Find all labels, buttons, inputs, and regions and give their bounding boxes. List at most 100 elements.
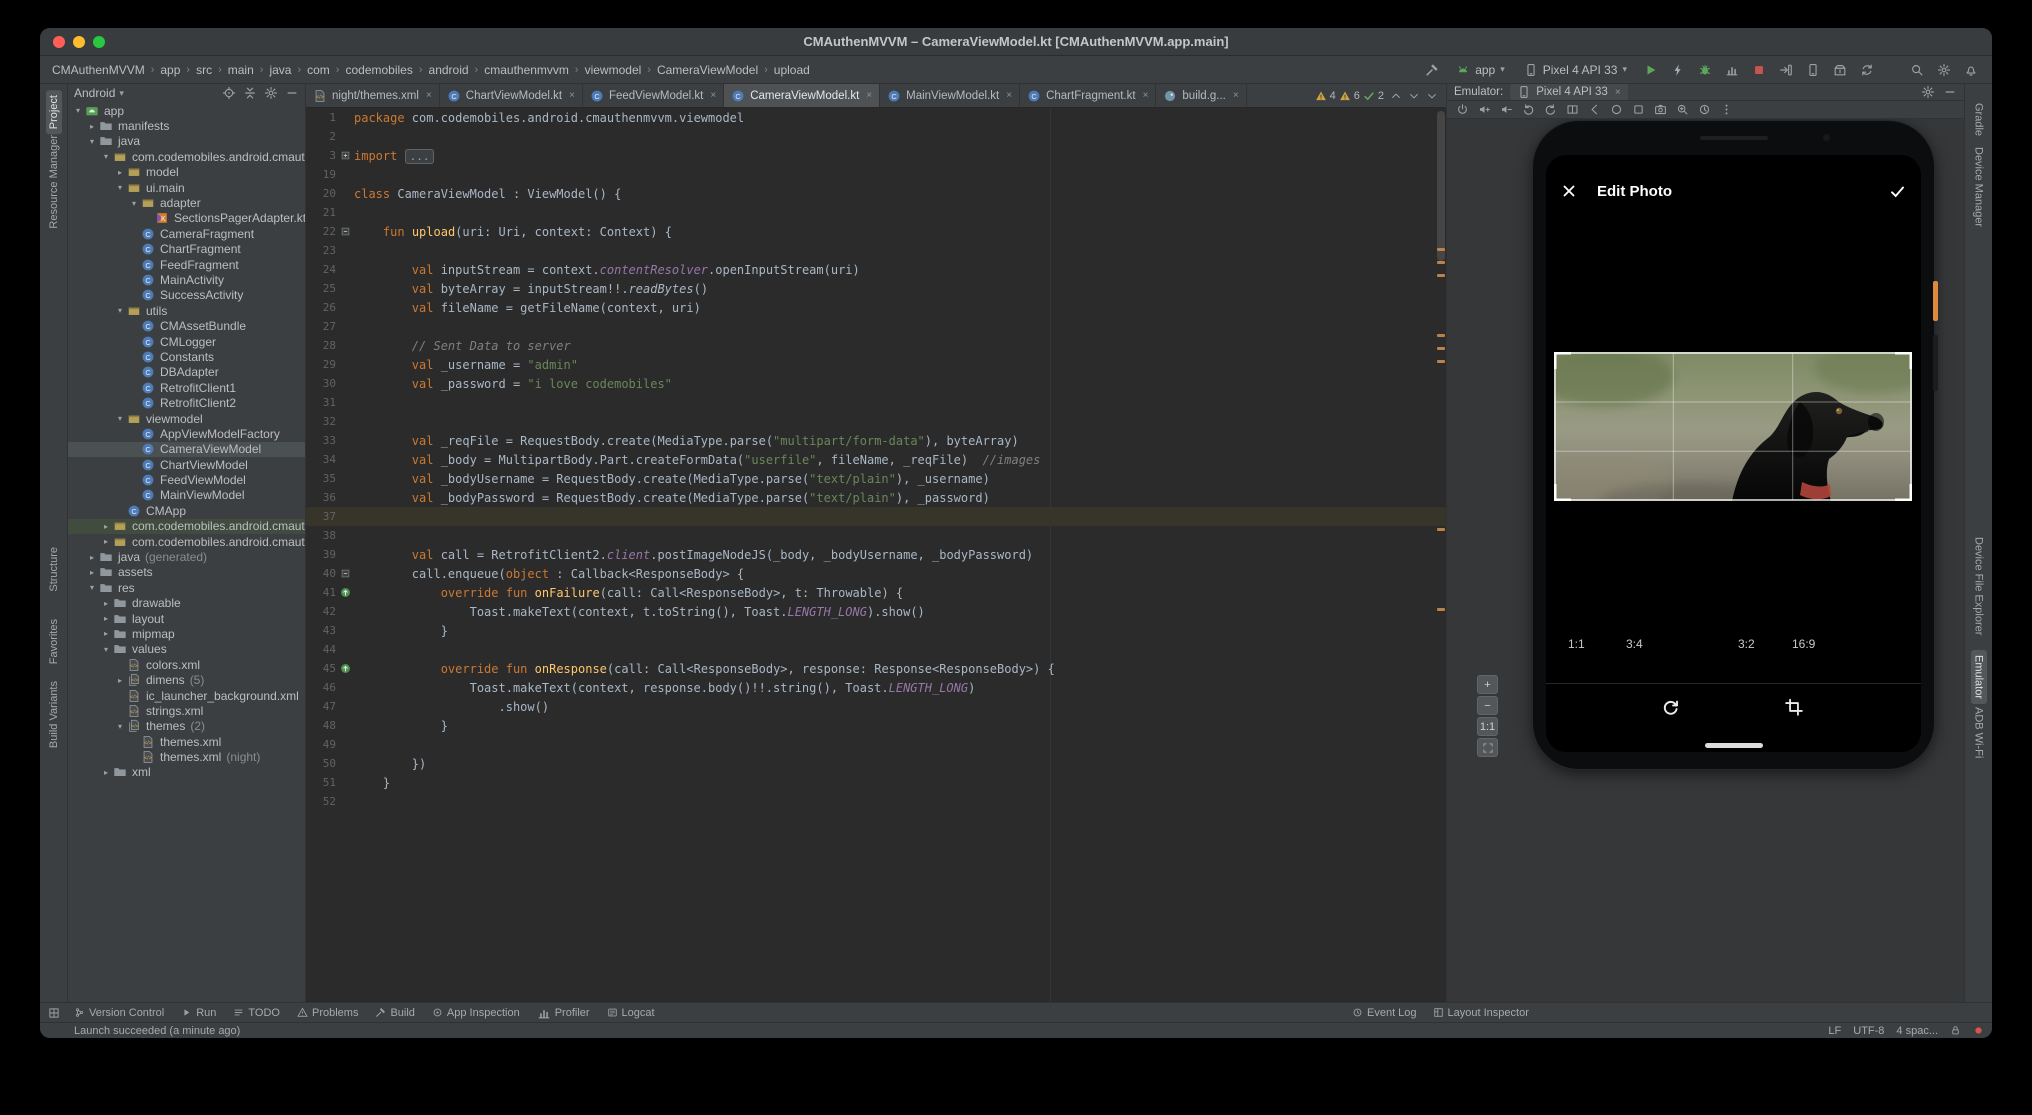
close-tab-icon[interactable]: × [1143,90,1149,101]
code-line[interactable]: 19 [306,165,1446,184]
breadcrumb-item[interactable]: cmauthenmvvm [482,62,571,78]
chevron-down-icon[interactable]: ▾ [100,152,112,161]
tool-window-layout-inspector[interactable]: Layout Inspector [1433,1007,1529,1019]
tree-item[interactable]: ▾</>themes(2) [68,719,305,734]
code-line[interactable]: 46 Toast.makeText(context, response.body… [306,678,1446,697]
code-line[interactable]: 38 [306,526,1446,545]
override-marker-icon[interactable] [336,587,354,598]
sdk-manager-button[interactable] [1829,59,1851,81]
code-editor[interactable]: 1package com.codemobiles.android.cmauthe… [306,108,1446,1002]
tool-window-problems[interactable]: Problems [297,1007,358,1019]
code-line[interactable]: 21 [306,203,1446,222]
tree-item[interactable]: </>themes.xml [68,734,305,749]
breadcrumb-item[interactable]: src [194,62,214,78]
tree-item[interactable]: CCMApp [68,503,305,518]
editor-tab[interactable]: CMainViewModel.kt× [880,84,1020,107]
close-icon[interactable] [1561,183,1577,199]
emulator-rotate-left-button[interactable] [1519,102,1537,118]
chevron-down-icon[interactable]: ▾ [86,137,98,146]
attach-debugger-button[interactable] [1775,59,1797,81]
emulator-screenshot-button[interactable] [1651,102,1669,118]
close-tab-icon[interactable]: × [710,90,716,101]
phone-power-button[interactable] [1933,281,1938,321]
status-message[interactable]: Launch succeeded (a minute ago) [74,1025,240,1037]
tree-item[interactable]: ▾viewmodel [68,411,305,426]
code-line[interactable]: 2 [306,127,1446,146]
code-line[interactable]: 31 [306,393,1446,412]
emulator-volume-down-button[interactable] [1497,102,1515,118]
tree-item[interactable]: CRetrofitClient2 [68,395,305,410]
chevron-down-icon[interactable]: ▾ [128,199,140,208]
code-line[interactable]: 45 override fun onResponse(call: Call<Re… [306,659,1446,678]
status-item[interactable]: 4 spac... [1896,1025,1938,1037]
tree-item[interactable]: CChartViewModel [68,457,305,472]
tree-item[interactable]: KSectionsPagerAdapter.kt [68,211,305,226]
editor-scrollbar[interactable] [1436,108,1446,1002]
confirm-check-icon[interactable] [1889,183,1906,200]
tree-item[interactable]: CMainActivity [68,272,305,287]
code-line[interactable]: 25 val byteArray = inputStream!!.readByt… [306,279,1446,298]
tree-item[interactable]: CCMLogger [68,334,305,349]
tree-item[interactable]: CMainViewModel [68,488,305,503]
tree-item[interactable]: ▾utils [68,303,305,318]
chevron-right-icon[interactable]: ▸ [114,168,126,177]
code-line[interactable]: 43 } [306,621,1446,640]
crop-bounds-button[interactable] [1782,695,1806,719]
aspect-ratio-option[interactable]: 3:4 [1626,637,1643,651]
fold-collapse-icon[interactable] [336,227,354,236]
tree-item[interactable]: CCMAssetBundle [68,318,305,333]
tool-windows-toggle-icon[interactable] [48,1007,60,1019]
chevron-right-icon[interactable]: ▸ [100,768,112,777]
code-line[interactable]: 29 val _username = "admin" [306,355,1446,374]
tool-stripe-resource-manager[interactable]: Resource Manager [46,130,62,234]
code-line[interactable]: 41 override fun onFailure(call: Call<Res… [306,583,1446,602]
breadcrumb-item[interactable]: app [158,62,182,78]
tree-item[interactable]: CRetrofitClient1 [68,380,305,395]
breadcrumb-item[interactable]: upload [772,62,812,78]
zoom-fit-button[interactable] [1477,738,1498,757]
tree-item[interactable]: CFeedViewModel [68,472,305,487]
editor-tab[interactable]: build.g...× [1156,84,1246,107]
emulator-zoom-button[interactable] [1673,102,1691,118]
tree-item[interactable]: </>themes.xml(night) [68,749,305,764]
tree-item[interactable]: ▸com.codemobiles.android.cmauthenmvvm [68,519,305,534]
code-line[interactable]: 27 [306,317,1446,336]
breadcrumb-item[interactable]: CameraViewModel [655,62,760,78]
code-line[interactable]: 3import ... [306,146,1446,165]
next-error-icon[interactable] [1408,90,1420,102]
close-tab-icon[interactable]: × [569,90,575,101]
tool-window-todo[interactable]: TODO [233,1007,280,1019]
code-line[interactable]: 22 fun upload(uri: Uri, context: Context… [306,222,1446,241]
notification-dot-icon[interactable] [1973,1025,1984,1036]
tool-window-event-log[interactable]: Event Log [1352,1007,1417,1019]
breadcrumb-item[interactable]: viewmodel [583,62,644,78]
stop-button[interactable] [1748,59,1770,81]
tree-item[interactable]: ▸drawable [68,596,305,611]
tree-item[interactable]: </>strings.xml [68,703,305,718]
tree-item[interactable]: CSuccessActivity [68,288,305,303]
sync-project-button[interactable] [1856,59,1878,81]
prev-error-icon[interactable] [1390,90,1402,102]
emulator-snapshot-button[interactable] [1695,102,1713,118]
breadcrumb-item[interactable]: com [305,62,332,78]
code-line[interactable]: 52 [306,792,1446,811]
emulator-overview-button[interactable] [1629,102,1647,118]
hidden-tabs-icon[interactable] [1426,90,1438,102]
status-item[interactable]: UTF-8 [1853,1025,1884,1037]
phone-volume-button[interactable] [1933,335,1938,391]
aspect-ratio-option[interactable]: 3:2 [1738,637,1755,651]
code-line[interactable]: 32 [306,412,1446,431]
chevron-right-icon[interactable]: ▸ [100,537,112,546]
close-tab-icon[interactable]: × [426,90,432,101]
tree-item[interactable]: CChartFragment [68,242,305,257]
zoom-window-button[interactable] [93,36,105,48]
chevron-right-icon[interactable]: ▸ [86,553,98,562]
chevron-down-icon[interactable]: ▾ [86,583,98,592]
notifications-button[interactable] [1960,59,1982,81]
editor-tab[interactable]: CCameraViewModel.kt× [724,84,880,107]
code-line[interactable]: 20class CameraViewModel : ViewModel() { [306,184,1446,203]
tree-item[interactable]: </>ic_launcher_background.xml [68,688,305,703]
close-tab-icon[interactable]: × [1233,90,1239,101]
chevron-down-icon[interactable]: ▾ [114,722,126,731]
chevron-right-icon[interactable]: ▸ [100,599,112,608]
